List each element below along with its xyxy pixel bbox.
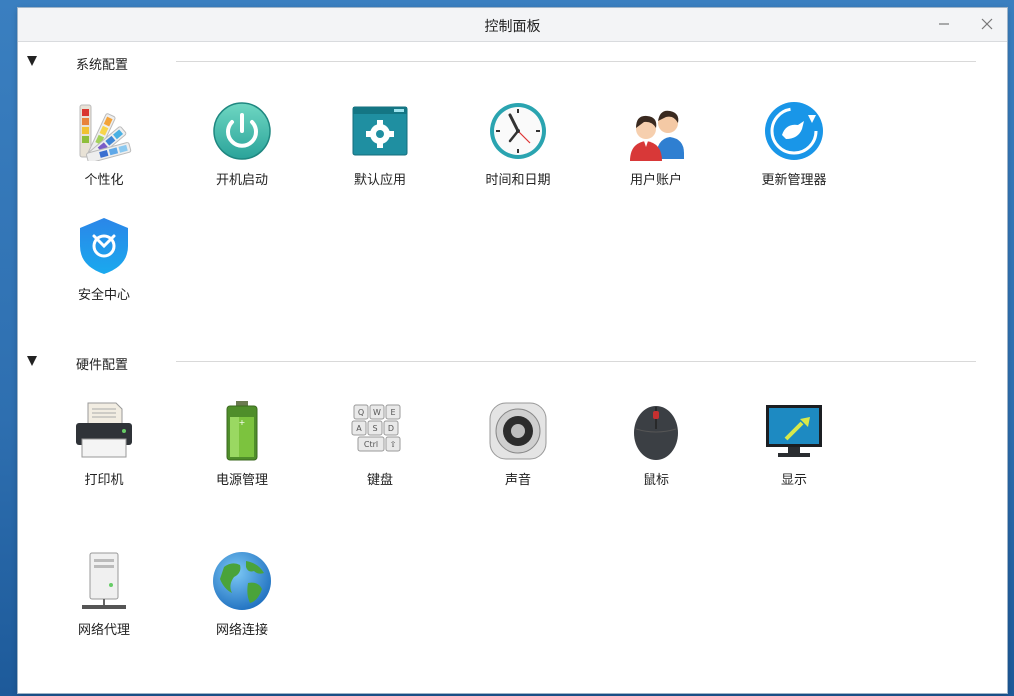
item-mouse[interactable]: 鼠标 [601,401,711,501]
item-power-management[interactable]: + 电源管理 [187,401,297,501]
printer-icon [76,402,132,458]
section-title: 硬件配置 [76,358,129,373]
title-bar[interactable]: 控制面板 [18,8,1007,42]
svg-text:S: S [372,424,377,433]
section-hardware-config: 硬件配置 [18,352,1007,373]
item-security-center[interactable]: 安全中心 [49,216,159,316]
item-network-proxy[interactable]: 网络代理 [49,551,159,651]
minimize-button[interactable] [933,14,955,34]
keyboard-icon: QWE A S D Ctrl ⇧ [351,404,401,452]
mouse-icon [634,406,678,460]
power-icon [213,102,271,160]
item-label: 网络连接 [215,623,268,638]
svg-text:A: A [356,424,362,433]
server-icon [82,552,126,609]
clock-icon [490,103,546,159]
monitor-icon [766,405,822,457]
item-label: 时间和日期 [485,173,551,188]
palette-icon [79,104,132,161]
item-label: 安全中心 [77,288,130,303]
globe-icon [213,552,271,610]
item-startup[interactable]: 开机启动 [187,101,297,201]
item-label: 默认应用 [353,173,406,188]
minimize-icon [939,23,949,25]
item-date-time[interactable]: 时间和日期 [463,101,573,201]
shield-icon [80,218,128,274]
item-sound[interactable]: 声音 [463,401,573,501]
item-label: 电源管理 [215,473,268,488]
item-label: 声音 [504,473,531,488]
section-system-config: 系统配置 [18,52,1007,73]
item-label: 鼠标 [642,473,669,488]
window-gear-icon [352,106,408,156]
item-default-apps[interactable]: 默认应用 [325,101,435,201]
section-title: 系统配置 [76,58,129,73]
svg-text:Q: Q [358,408,364,417]
close-icon [981,18,993,30]
svg-text:⇧: ⇧ [390,440,397,449]
item-label: 用户账户 [629,173,682,188]
section-divider [176,61,976,62]
item-network-connection[interactable]: 网络连接 [187,551,297,651]
window-title: 控制面板 [484,19,541,35]
update-icon [765,102,823,160]
control-panel-window: 控制面板 系统配置 个性化 开机启动 默认应用 时间和日期 用户账户 更新管理器… [18,8,1007,693]
item-keyboard[interactable]: QWE A S D Ctrl ⇧ 键盘 [325,401,435,501]
item-label: 键盘 [366,473,393,488]
svg-text:Ctrl: Ctrl [364,440,378,449]
item-printer[interactable]: 打印机 [49,401,159,501]
item-label: 更新管理器 [761,173,827,188]
collapse-triangle-icon[interactable] [27,56,37,66]
svg-text:+: + [239,418,246,427]
item-label: 打印机 [84,473,124,488]
item-personalization[interactable]: 个性化 [49,101,159,201]
svg-text:E: E [390,408,395,417]
battery-icon: + [226,401,258,461]
collapse-triangle-icon[interactable] [27,356,37,366]
item-display[interactable]: 显示 [739,401,849,501]
section-divider [176,361,976,362]
speaker-icon [489,402,547,460]
item-label: 个性化 [84,173,124,188]
users-icon [630,110,684,161]
svg-text:W: W [373,408,381,417]
close-button[interactable] [976,14,998,34]
item-label: 网络代理 [77,623,130,638]
svg-text:D: D [388,424,394,433]
item-update-manager[interactable]: 更新管理器 [739,101,849,201]
item-label: 开机启动 [215,173,268,188]
item-user-accounts[interactable]: 用户账户 [601,101,711,201]
item-label: 显示 [780,473,807,488]
